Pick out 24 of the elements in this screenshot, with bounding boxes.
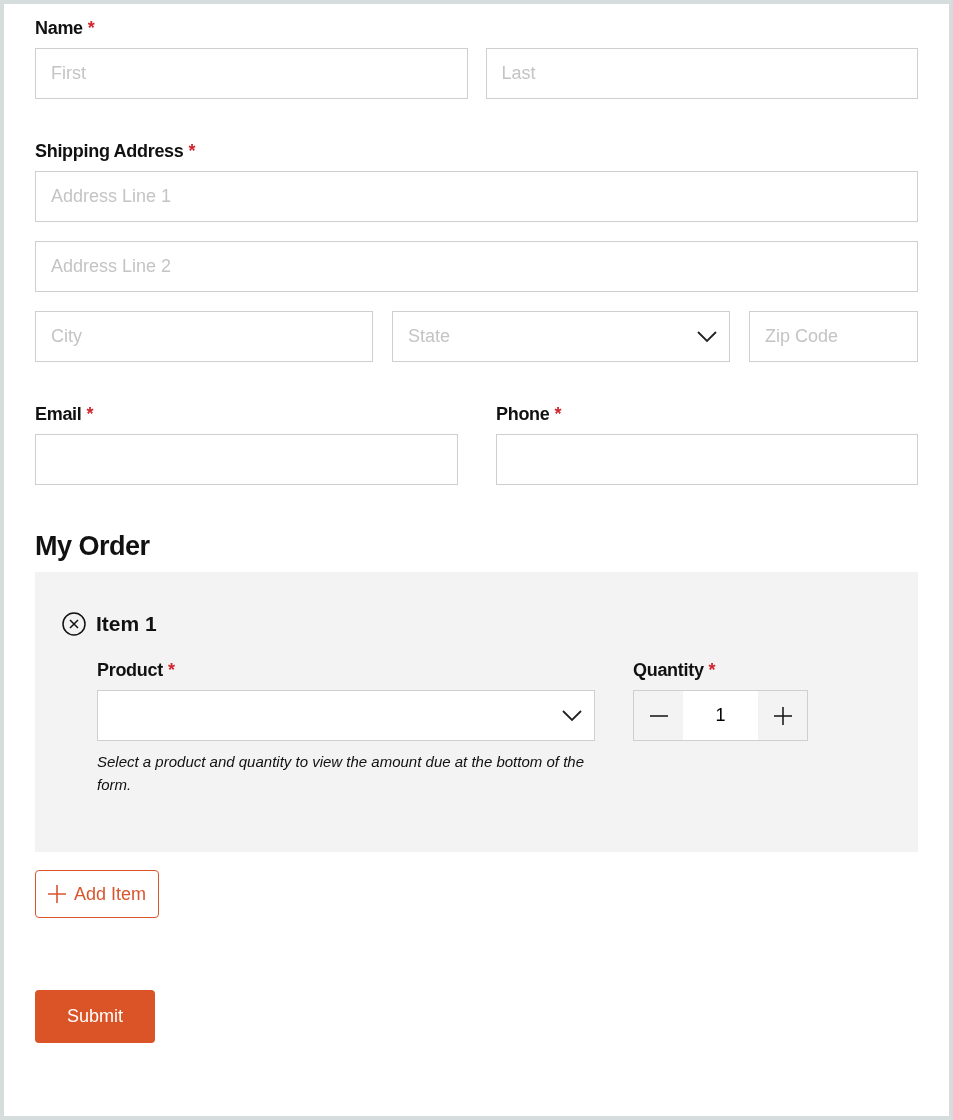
required-mark: * <box>188 141 196 162</box>
required-mark: * <box>87 18 95 39</box>
field-label: Email <box>35 404 82 425</box>
submit-button[interactable]: Submit <box>35 990 155 1043</box>
field-label: Product <box>97 660 163 681</box>
field-label: Quantity <box>633 660 704 681</box>
address-line-field[interactable]: Address Line 2 <box>35 241 918 292</box>
required-mark: * <box>86 404 94 425</box>
first-name-field[interactable]: First <box>35 48 468 99</box>
section-heading: My Order <box>35 531 151 562</box>
field-label: Name <box>35 18 83 39</box>
add-item-button[interactable]: Add Item <box>35 870 160 918</box>
address-line-field[interactable]: Address Line 1 <box>35 171 918 222</box>
helper-text: Select a product and quantity to view the amount due at the bottom of the form. <box>97 752 585 795</box>
required-mark: * <box>708 660 716 681</box>
field-label: Phone <box>496 404 550 425</box>
last-name-field[interactable]: Last <box>485 48 918 99</box>
zip-code-field[interactable]: Zip Code <box>749 311 918 362</box>
quantity-field[interactable]: 1 <box>683 691 758 740</box>
field-label: Shipping Address <box>35 141 184 162</box>
city-field[interactable]: City <box>35 311 373 362</box>
required-mark: * <box>554 404 562 425</box>
item-title: Item 1 <box>96 612 157 636</box>
required-mark: * <box>167 660 175 681</box>
